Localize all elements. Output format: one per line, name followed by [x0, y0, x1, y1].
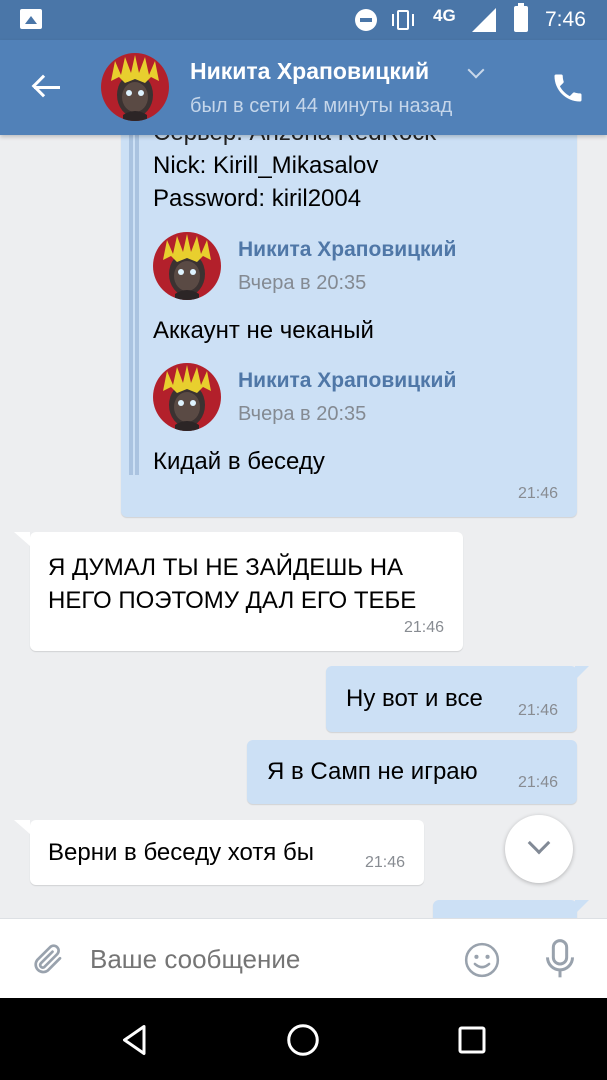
message-input[interactable]: [90, 933, 440, 985]
incoming-message[interactable]: Верни в беседу хотя бы 21:46: [14, 820, 424, 885]
vibrate-icon: [389, 8, 417, 32]
message-text: Верни в беседу хотя бы: [48, 839, 314, 866]
forward-author[interactable]: Никита Храповицкий: [238, 238, 456, 262]
forwarded-message[interactable]: Сервер: Arizona RedRock Nick: Kirill_Mik…: [121, 135, 577, 517]
forward-author[interactable]: Никита Храповицкий: [238, 369, 456, 393]
outgoing-message[interactable]: Ну вот и все 21:46: [326, 666, 589, 732]
outgoing-message[interactable]: [433, 900, 589, 918]
last-seen: был в сети 44 минуты назад: [190, 95, 453, 117]
gallery-icon: [20, 9, 42, 29]
status-time: 7:46: [545, 8, 586, 31]
message-time: 21:46: [517, 774, 558, 791]
emoji-icon[interactable]: [463, 941, 501, 979]
scroll-down-button[interactable]: [505, 815, 573, 883]
forward-bar: [135, 135, 139, 475]
attach-icon[interactable]: [30, 941, 66, 977]
message-time: 21:46: [517, 702, 558, 719]
forwarded-line: Nick: Kirill_Mikasalov: [153, 152, 379, 179]
message-text: Ну вот и все: [346, 685, 483, 712]
forwarded-text: Аккаунт не чеканый: [153, 317, 374, 344]
partial-line: Сервер: Arizona RedRock: [153, 135, 436, 147]
message-time: 21:46: [364, 854, 405, 871]
message-text: Я ДУМАЛ ТЫ НЕ ЗАЙДЕШЬ НА: [48, 554, 404, 581]
avatar[interactable]: [153, 232, 221, 300]
message-time: 21:46: [403, 619, 444, 636]
outgoing-message[interactable]: Я в Самп не играю 21:46: [247, 740, 577, 804]
message-time: 21:46: [517, 485, 558, 502]
forward-date: Вчера в 20:35: [238, 403, 367, 425]
signal-icon: [472, 8, 496, 32]
network-type: 4G: [433, 6, 456, 25]
contact-name[interactable]: Никита Храповицкий: [190, 58, 429, 85]
nav-home-icon[interactable]: [285, 1022, 321, 1058]
chevron-down-icon: [527, 831, 551, 855]
incoming-message[interactable]: Я ДУМАЛ ТЫ НЕ ЗАЙДЕШЬ НА НЕГО ПОЭТОМУ ДА…: [14, 532, 463, 651]
message-text: Я в Самп не играю: [267, 758, 478, 785]
back-arrow-icon[interactable]: [30, 70, 66, 106]
message-text: НЕГО ПОЭТОМУ ДАЛ ЕГО ТЕБЕ: [48, 587, 417, 614]
avatar[interactable]: [153, 363, 221, 431]
nav-back-icon[interactable]: [117, 1022, 153, 1058]
mic-icon[interactable]: [543, 939, 577, 979]
avatar[interactable]: [101, 53, 169, 121]
forward-date: Вчера в 20:35: [238, 272, 367, 294]
status-bar: 4G 7:46: [0, 0, 607, 40]
phone-icon[interactable]: [550, 70, 586, 106]
forwarded-text: Кидай в беседу: [153, 448, 325, 475]
nav-recents-icon[interactable]: [454, 1022, 490, 1058]
forwarded-line: Password: kiril2004: [153, 185, 362, 212]
chat-header: Никита Храповицкий был в сети 44 минуты …: [0, 40, 607, 135]
message-list[interactable]: Сервер: Arizona RedRock Nick: Kirill_Mik…: [0, 135, 607, 918]
composer: [0, 918, 607, 998]
chevron-down-icon[interactable]: [467, 61, 485, 79]
dnd-icon: [355, 9, 377, 31]
battery-icon: [514, 3, 528, 32]
system-nav-bar: [0, 998, 607, 1080]
